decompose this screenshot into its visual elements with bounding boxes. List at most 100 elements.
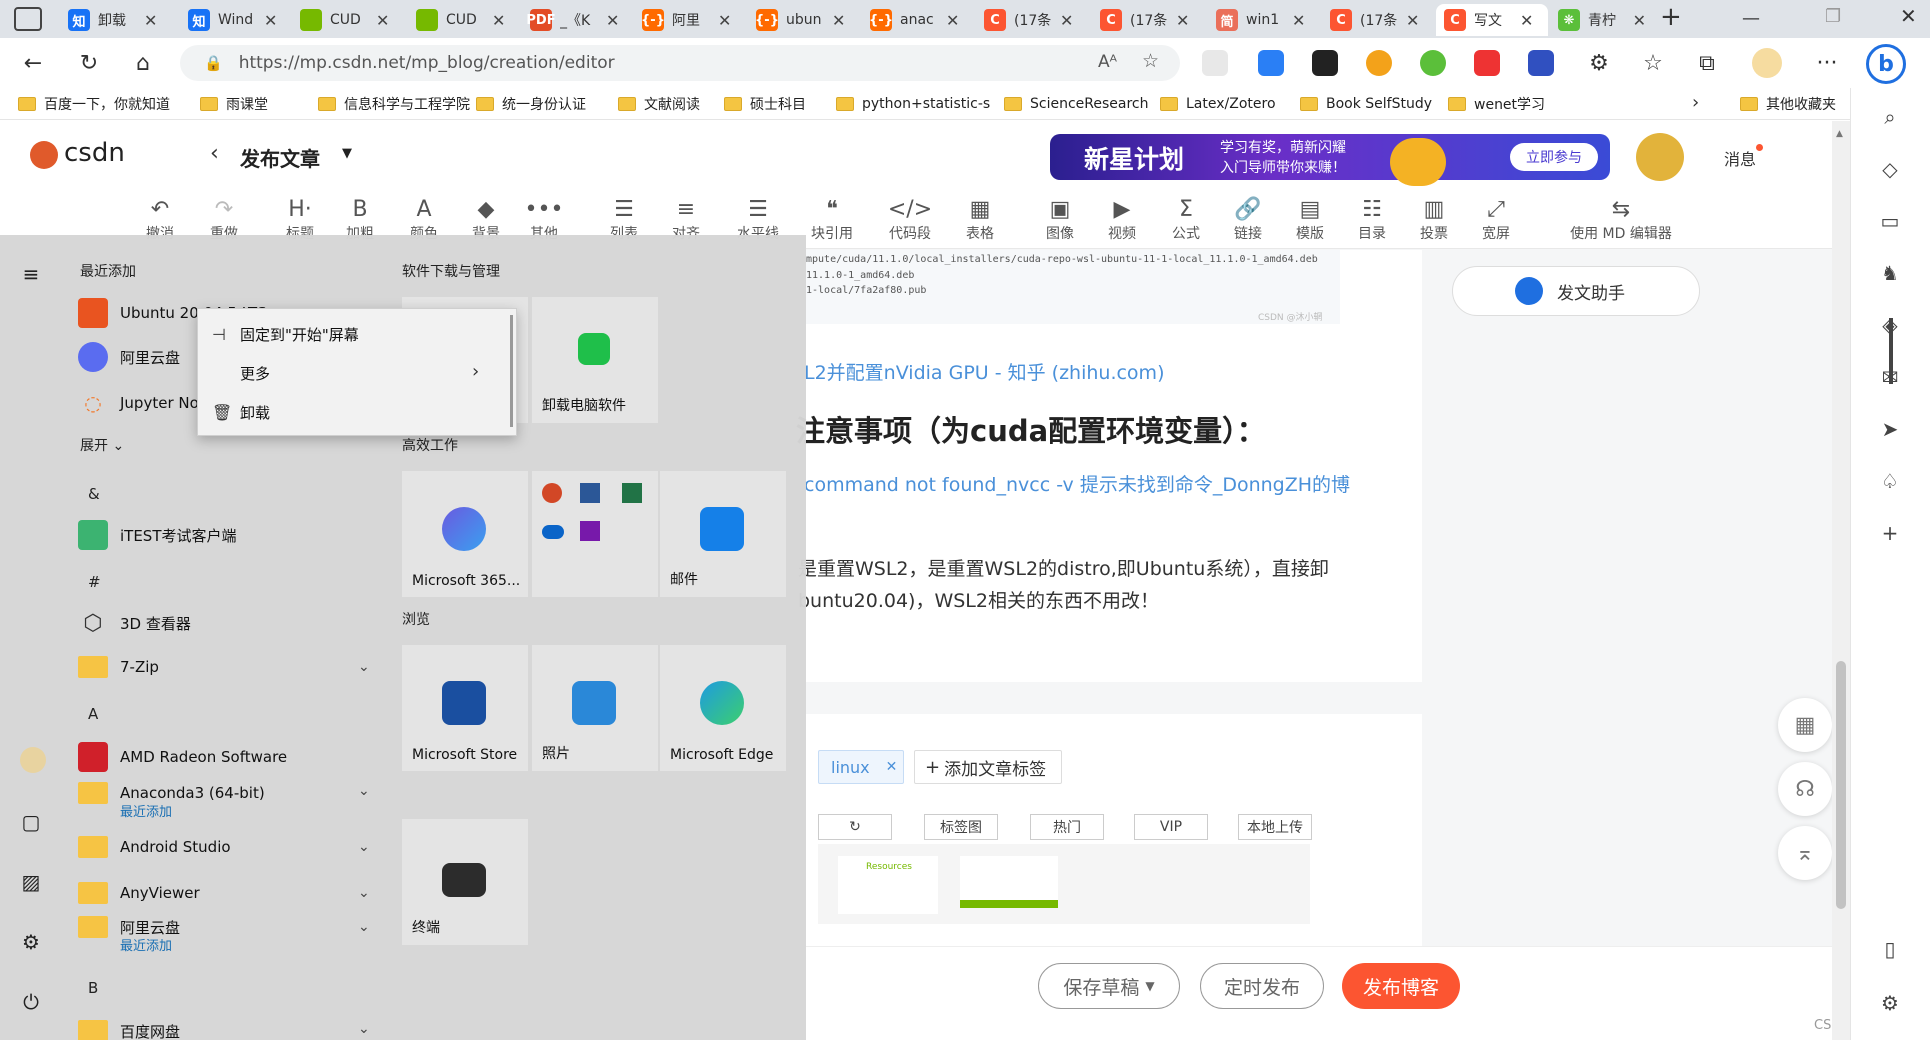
tab-close-icon[interactable]: ✕ xyxy=(144,11,157,30)
bookmark-item[interactable]: Book SelfStudy xyxy=(1300,92,1432,116)
app-aliyun-drive[interactable]: 阿里云盘 xyxy=(78,339,180,375)
toolbar-button[interactable]: ▦ 表格 xyxy=(950,197,1010,243)
bookmark-item[interactable]: 统一身份认证 xyxy=(476,92,586,116)
messages-link[interactable]: 消息 xyxy=(1724,146,1756,170)
extension-icon[interactable] xyxy=(1474,50,1500,76)
toolbar-button[interactable]: ❝ 块引用 xyxy=(802,197,862,243)
cover-source-tab[interactable]: VIP xyxy=(1134,814,1208,840)
toolbar-button[interactable]: 🔗 链接 xyxy=(1218,197,1278,243)
chevron-down-icon[interactable]: ⌄ xyxy=(358,1021,370,1037)
tab-close-icon[interactable]: ✕ xyxy=(606,11,619,30)
publish-button[interactable]: 发布博客 xyxy=(1342,963,1460,1009)
article-link[interactable]: L2并配置nVidia GPU - 知乎 (zhihu.com) xyxy=(804,358,1164,385)
banner-join-button[interactable]: 立即参与 xyxy=(1510,143,1598,171)
briefcase-icon[interactable]: ▭ xyxy=(1875,206,1905,236)
publish-title[interactable]: 发布文章 xyxy=(240,143,320,172)
browser-tab[interactable]: C (17条 ✕ xyxy=(976,4,1088,36)
browser-tab[interactable]: 简 win1 ✕ xyxy=(1208,4,1320,36)
cover-source-tab[interactable]: 标签图 xyxy=(924,814,998,840)
toolbar-button[interactable]: ▶ 视频 xyxy=(1092,197,1152,243)
app-itest[interactable]: iTEST考试客户端 xyxy=(78,517,237,553)
toolbar-button[interactable]: ▤ 模版 xyxy=(1280,197,1340,243)
app-baidu-netdisk[interactable]: 百度网盘 xyxy=(78,1013,180,1040)
promo-banner[interactable]: 新星计划 学习有奖，萌新闪耀 入门导师带你来赚！ 立即参与 xyxy=(1050,134,1610,186)
bookmark-item[interactable]: 百度一下，你就知道 xyxy=(18,92,170,116)
collections-icon[interactable]: ⧉ xyxy=(1690,46,1724,80)
tab-close-icon[interactable]: ✕ xyxy=(1176,11,1189,30)
tab-close-icon[interactable]: ✕ xyxy=(1633,11,1646,30)
browser-tab[interactable]: ❋ 青柠 ✕ xyxy=(1550,4,1654,36)
bookmark-item[interactable]: 其他收藏夹 xyxy=(1740,92,1836,116)
cover-source-tab[interactable]: ↻ xyxy=(818,814,892,840)
tile-edge[interactable]: Microsoft Edge xyxy=(660,645,786,771)
tile-office-apps[interactable] xyxy=(532,471,658,597)
chess-icon[interactable]: ♞ xyxy=(1875,258,1905,288)
bookmark-item[interactable]: 信息科学与工程学院 xyxy=(318,92,470,116)
toolbar-button[interactable]: ⤢ 宽屏 xyxy=(1466,197,1526,243)
uninstall-item[interactable]: 🗑 卸载 xyxy=(212,397,270,427)
toolbar-button[interactable]: Σ 公式 xyxy=(1156,197,1216,243)
hamburger-menu-icon[interactable]: ≡ xyxy=(18,261,44,287)
extension-icon[interactable] xyxy=(1528,50,1554,76)
refresh-icon[interactable]: ↻ xyxy=(72,46,106,80)
home-icon[interactable]: ⌂ xyxy=(126,46,160,80)
translate-extension-icon[interactable] xyxy=(1258,50,1284,76)
pictures-icon[interactable]: ▨ xyxy=(18,869,44,895)
restore-icon[interactable]: ❐ xyxy=(1825,6,1841,27)
toolbar-button[interactable]: ⇆ 使用 MD 编辑器 xyxy=(1556,197,1686,243)
browser-tab[interactable]: PDF _《K ✕ xyxy=(522,4,634,36)
tile-group-header[interactable]: 高效工作 xyxy=(402,435,458,455)
tile-microsoft-store[interactable]: Microsoft Store xyxy=(402,645,528,771)
cover-thumbnail[interactable]: Resources xyxy=(838,856,938,914)
article-link[interactable]: command not found_nvcc -v 提示未找到命令_DonngZ… xyxy=(804,470,1350,497)
back-icon[interactable]: ← xyxy=(16,46,50,80)
extension-icon[interactable] xyxy=(1420,50,1446,76)
back-to-top-icon[interactable]: ⌅ xyxy=(1778,826,1832,880)
user-avatar[interactable] xyxy=(1636,133,1684,181)
more-menu-icon[interactable]: ··· xyxy=(1810,46,1844,80)
back-chevron-icon[interactable]: ‹ xyxy=(210,141,219,166)
remove-tag-icon[interactable]: ✕ xyxy=(886,759,898,775)
browser-tab[interactable]: CUD ✕ xyxy=(408,4,520,36)
pin-to-start-item[interactable]: ⊣ 固定到"开始"屏幕 xyxy=(212,319,359,349)
tab-close-icon[interactable]: ✕ xyxy=(1060,11,1073,30)
chevron-down-icon[interactable]: ⌄ xyxy=(358,885,370,901)
tab-close-icon[interactable]: ✕ xyxy=(832,11,845,30)
chevron-down-icon[interactable]: ⌄ xyxy=(358,839,370,855)
send-icon[interactable]: ➤ xyxy=(1875,414,1905,444)
tile-group-header[interactable]: 浏览 xyxy=(402,609,430,629)
settings-icon[interactable]: ⚙ xyxy=(1875,988,1905,1018)
tile-terminal[interactable]: 终端 xyxy=(402,819,528,945)
settings-icon[interactable]: ⚙ xyxy=(18,929,44,955)
browser-tab[interactable]: {-} ubun ✕ xyxy=(748,4,860,36)
save-draft-button[interactable]: 保存草稿 ▼ xyxy=(1038,963,1180,1009)
letter-header[interactable]: A xyxy=(88,705,98,723)
add-sidebar-app-icon[interactable]: + xyxy=(1875,518,1905,548)
page-scrollbar[interactable]: ▲ xyxy=(1832,121,1850,1040)
browser-tab[interactable]: {-} anac ✕ xyxy=(862,4,974,36)
article-paragraph[interactable]: buntu20.04)，WSL2相关的东西不用改！ xyxy=(798,586,1159,613)
qrcode-icon[interactable]: ▦ xyxy=(1778,698,1832,752)
bookmarks-overflow-icon[interactable]: › xyxy=(1692,92,1699,113)
address-bar[interactable]: 🔒 https://mp.csdn.net/mp_blog/creation/e… xyxy=(180,45,1180,81)
toolbar-button[interactable]: ☷ 目录 xyxy=(1342,197,1402,243)
app-aliyun-drive-folder[interactable]: 阿里云盘 最近添加 xyxy=(78,909,180,954)
reading-view-icon[interactable] xyxy=(1202,50,1228,76)
expand-link[interactable]: 展开 ⌄ xyxy=(80,435,124,455)
bookmark-item[interactable]: 文献阅读 xyxy=(618,92,700,116)
app-3d-viewer[interactable]: ⬡ 3D 查看器 xyxy=(78,605,190,641)
shopping-icon[interactable]: ♤ xyxy=(1875,466,1905,496)
favorites-icon[interactable]: ☆ xyxy=(1636,46,1670,80)
tab-close-icon[interactable]: ✕ xyxy=(946,11,959,30)
tile-microsoft-365[interactable]: Microsoft 365... xyxy=(402,471,528,597)
letter-header[interactable]: B xyxy=(88,979,98,997)
add-tag-button[interactable]: + 添加文章标签 xyxy=(914,750,1062,784)
sidebar-scrollbar[interactable] xyxy=(1889,318,1893,384)
minimize-icon[interactable]: — xyxy=(1742,8,1760,29)
toolbar-button[interactable]: ▣ 图像 xyxy=(1030,197,1090,243)
user-avatar[interactable] xyxy=(20,747,46,773)
letter-header[interactable]: & xyxy=(88,485,100,503)
chevron-down-icon[interactable]: ⌄ xyxy=(358,919,370,935)
cover-source-tab[interactable]: 热门 xyxy=(1030,814,1104,840)
favorite-add-icon[interactable]: ☆ xyxy=(1142,50,1159,72)
